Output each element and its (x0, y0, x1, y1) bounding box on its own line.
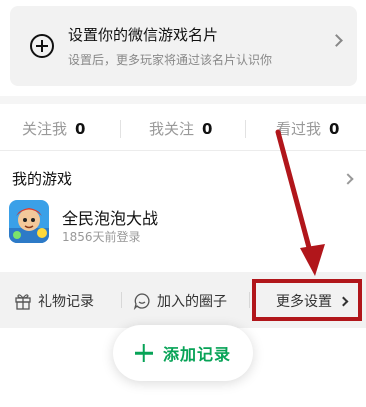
chevron-right-icon[interactable] (342, 173, 354, 185)
game-card-setup-banner[interactable]: 设置你的微信游戏名片 设置后，更多玩家将通过该名片认识你 (10, 6, 357, 86)
stat-viewed-me[interactable]: 看过我 0 (276, 118, 339, 139)
stat-value: 0 (329, 120, 340, 138)
joined-circles-button[interactable]: 加入的圈子 (133, 291, 227, 311)
stat-label: 关注我 (22, 120, 68, 138)
add-circle-icon (30, 34, 54, 58)
divider (245, 120, 246, 138)
divider (249, 292, 250, 308)
chevron-right-icon (330, 34, 343, 47)
gift-record-label: 礼物记录 (38, 294, 94, 310)
divider-line (0, 150, 366, 151)
game-name[interactable]: 全民泡泡大战 (62, 205, 158, 229)
divider (120, 120, 121, 138)
stat-label: 我关注 (149, 120, 195, 138)
divider (121, 292, 122, 308)
my-games-title[interactable]: 我的游戏 (12, 168, 72, 189)
game-last-login: 1856天前登录 (62, 230, 141, 244)
gift-icon (14, 292, 32, 310)
annotation-highlight-box (252, 279, 362, 321)
game-app-icon[interactable] (9, 200, 49, 243)
plus-icon (135, 344, 153, 362)
joined-circles-label: 加入的圈子 (157, 294, 227, 310)
stat-label: 看过我 (276, 120, 322, 138)
circle-chat-icon (133, 292, 151, 311)
stats-row: 关注我 0 我关注 0 看过我 0 (0, 104, 366, 150)
add-record-label: 添加记录 (162, 345, 231, 364)
stat-followers[interactable]: 关注我 0 (22, 118, 85, 139)
section-separator (0, 96, 366, 104)
stat-value: 0 (75, 120, 86, 138)
stat-value: 0 (202, 120, 213, 138)
card-subtitle: 设置后，更多玩家将通过该名片认识你 (68, 53, 273, 67)
stat-following[interactable]: 我关注 0 (149, 118, 212, 139)
card-title: 设置你的微信游戏名片 (68, 26, 219, 44)
gift-record-button[interactable]: 礼物记录 (14, 291, 94, 311)
add-record-button[interactable]: 添加记录 (113, 325, 253, 381)
